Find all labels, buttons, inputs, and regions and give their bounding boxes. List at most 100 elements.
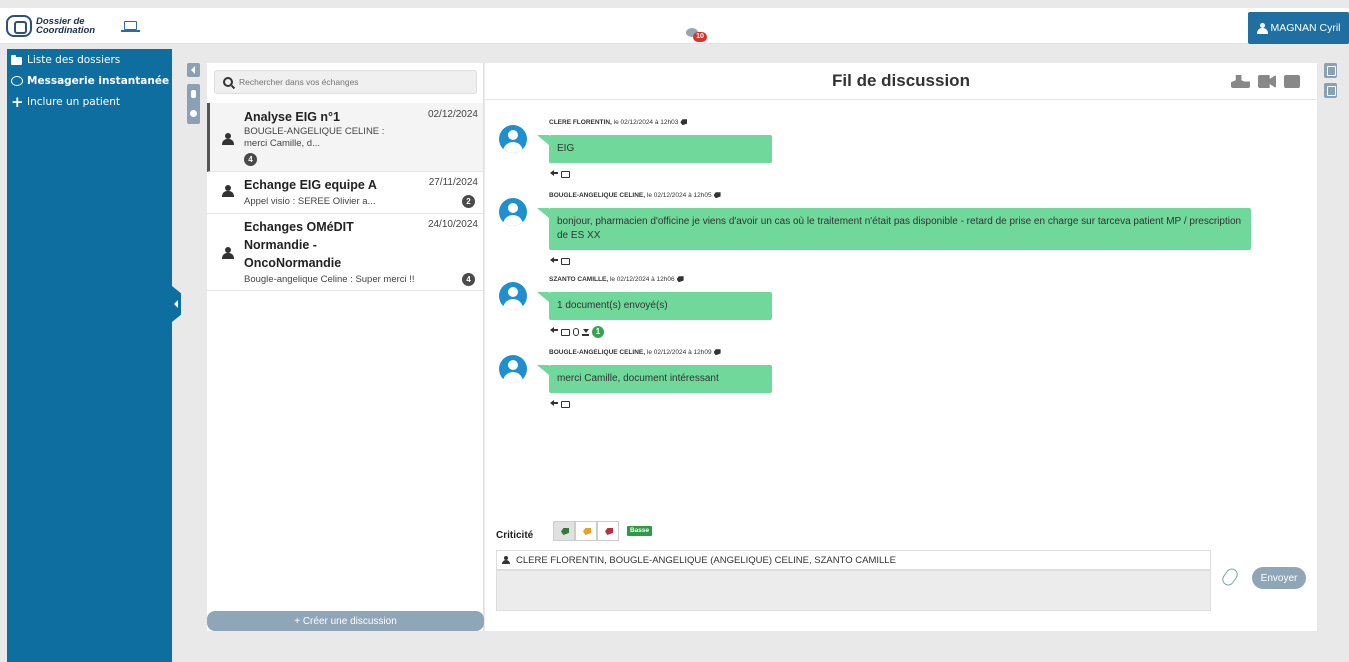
conversation-date: 27/11/2024 xyxy=(428,177,478,188)
document-count-badge[interactable]: 1 xyxy=(592,326,604,338)
reply-icon[interactable] xyxy=(550,399,558,408)
criticite-selector xyxy=(553,521,619,541)
search-box[interactable] xyxy=(214,70,477,94)
sidebar-collapse-tab[interactable] xyxy=(172,286,181,322)
criticite-medium-button[interactable] xyxy=(575,521,597,541)
send-button[interactable]: Envoyer xyxy=(1252,567,1306,589)
mail-status-icon[interactable] xyxy=(561,258,570,265)
message-input[interactable] xyxy=(496,570,1211,611)
message-actions xyxy=(550,169,570,178)
mail-status-icon[interactable] xyxy=(561,171,570,178)
message-timestamp: le 02/12/2024 à 12h03 xyxy=(611,119,679,126)
discussion-actions xyxy=(1231,75,1300,88)
criticite-level-badge: Basse xyxy=(627,526,653,536)
plus-icon xyxy=(11,93,24,111)
document-tool-button[interactable] xyxy=(1324,83,1337,98)
conversation-preview-line1: BOUGLE-ANGELIQUE CELINE : xyxy=(244,126,385,137)
message-timestamp: le 02/12/2024 à 12h09 xyxy=(645,349,712,356)
avatar xyxy=(499,198,527,226)
conversation-preview: Bougle-angelique Celine : Super merci !! xyxy=(244,274,415,285)
conversation-title: Echange EIG equipe A xyxy=(244,178,377,192)
conversation-item[interactable]: Analyse EIG n°1 02/12/2024 BOUGLE-ANGELI… xyxy=(207,103,483,172)
user-icon xyxy=(1256,23,1268,34)
message-author: SZANTO CAMILLE, xyxy=(549,276,609,283)
page-title: Fil de discussion xyxy=(832,71,970,90)
logo-text-line2: Coordination xyxy=(36,25,96,36)
notification-badge[interactable]: 10 xyxy=(693,32,707,42)
mail-status-icon[interactable] xyxy=(561,328,570,336)
reply-icon[interactable] xyxy=(550,256,558,265)
message-meta: SZANTO CAMILLE, le 02/12/2024 à 12h06 xyxy=(549,276,684,283)
tag-icon xyxy=(676,276,684,283)
sidebar-item-label: Liste des dossiers xyxy=(27,53,121,66)
message-author: BOUGLE-ANGELIQUE CELINE, xyxy=(549,349,646,356)
recipients-field[interactable]: CLERE FLORENTIN, BOUGLE-ANGELIQUE (ANGEL… xyxy=(496,550,1211,570)
video-call-icon[interactable] xyxy=(1258,75,1276,88)
conversation-date: 02/12/2024 xyxy=(427,109,478,120)
unread-count-badge: 4 xyxy=(244,153,257,166)
remove-user-icon[interactable] xyxy=(1231,75,1250,88)
search-input[interactable] xyxy=(239,77,459,87)
create-discussion-button[interactable]: + Créer une discussion xyxy=(207,611,484,631)
reply-icon[interactable] xyxy=(550,169,558,178)
message-author: BOUGLE-ANGELIQUE CELINE, xyxy=(549,192,646,199)
message-timestamp: le 02/12/2024 à 12h06 xyxy=(608,276,675,283)
collapse-list-button[interactable] xyxy=(187,63,200,77)
participants-tool-button[interactable] xyxy=(187,84,200,124)
tag-icon xyxy=(713,192,721,199)
discussion-panel: Fil de discussion CLERE FLORENTIN, le 02… xyxy=(485,63,1317,631)
folder-icon xyxy=(11,54,22,65)
reply-icon[interactable] xyxy=(550,327,558,335)
message-meta: BOUGLE-ANGELIQUE CELINE, le 02/12/2024 à… xyxy=(549,349,721,356)
tag-icon xyxy=(713,349,721,356)
avatar xyxy=(499,355,527,383)
top-bar: Dossier de Coordination 10 MAGNAN Cyril xyxy=(0,8,1349,44)
conversation-preview: Appel visio : SEREE Olivier a... xyxy=(244,196,376,207)
message-actions xyxy=(550,256,570,265)
message-bubble: bonjour, pharmacien d'officine je viens … xyxy=(537,208,1251,250)
message-meta: BOUGLE-ANGELIQUE CELINE, le 02/12/2024 à… xyxy=(549,192,721,199)
conversation-title-line1: Echanges OMéDIT xyxy=(244,220,354,234)
group-user-icon xyxy=(222,133,234,145)
avatar xyxy=(499,125,527,153)
sidebar-item-dossiers[interactable]: Liste des dossiers xyxy=(7,49,172,70)
message-actions: 1 xyxy=(550,326,604,338)
avatar xyxy=(499,282,527,310)
share-tool-button[interactable] xyxy=(1324,63,1337,78)
download-icon[interactable] xyxy=(582,328,589,336)
sidebar-item-inclure-patient[interactable]: Inclure un patient xyxy=(7,91,172,112)
criticite-high-button[interactable] xyxy=(597,521,619,541)
user-icon xyxy=(502,556,510,564)
message-meta: CLERE FLORENTIN, le 02/12/2024 à 12h03 xyxy=(549,119,688,126)
conversation-title-line2: Normandie - xyxy=(244,238,317,252)
paperclip-icon[interactable] xyxy=(1219,566,1241,588)
laptop-icon[interactable] xyxy=(121,21,140,32)
attachment-icon[interactable] xyxy=(573,328,579,336)
message-author: CLERE FLORENTIN, xyxy=(549,119,612,126)
message-timestamp: le 02/12/2024 à 12h05 xyxy=(645,192,712,199)
message-bubble: EIG xyxy=(537,135,772,163)
archive-icon[interactable] xyxy=(1284,75,1300,88)
sidebar-item-messagerie[interactable]: Messagerie instantanée xyxy=(7,70,172,91)
tag-icon xyxy=(680,119,688,126)
conversation-item[interactable]: Echanges OMéDIT Normandie - OncoNormandi… xyxy=(207,214,483,291)
unread-count-badge: 4 xyxy=(462,273,475,286)
user-menu-button[interactable]: MAGNAN Cyril xyxy=(1248,12,1349,44)
user-name: MAGNAN Cyril xyxy=(1270,22,1341,34)
conversation-list-panel: Analyse EIG n°1 02/12/2024 BOUGLE-ANGELI… xyxy=(207,63,484,631)
message-bubble: merci Camille, document intéressant xyxy=(537,365,772,393)
mail-status-icon[interactable] xyxy=(561,401,570,408)
message-bubble: 1 document(s) envoyé(s) xyxy=(537,292,772,320)
sidebar-item-label: Messagerie instantanée xyxy=(27,74,170,87)
message-actions xyxy=(550,399,570,408)
header-divider xyxy=(485,99,1317,100)
logo-icon xyxy=(6,15,32,37)
conversation-title: Analyse EIG n°1 xyxy=(244,110,341,124)
criticite-low-button[interactable] xyxy=(553,521,575,541)
group-user-icon xyxy=(222,247,234,259)
app-logo[interactable]: Dossier de Coordination xyxy=(6,12,116,40)
sidebar-item-label: Inclure un patient xyxy=(27,95,120,108)
conversation-item[interactable]: Echange EIG equipe A 27/11/2024 Appel vi… xyxy=(207,172,483,214)
conversation-title-line3: OncoNormandie xyxy=(244,256,342,270)
conversation-preview-line2: merci Camille, d... xyxy=(244,138,321,149)
